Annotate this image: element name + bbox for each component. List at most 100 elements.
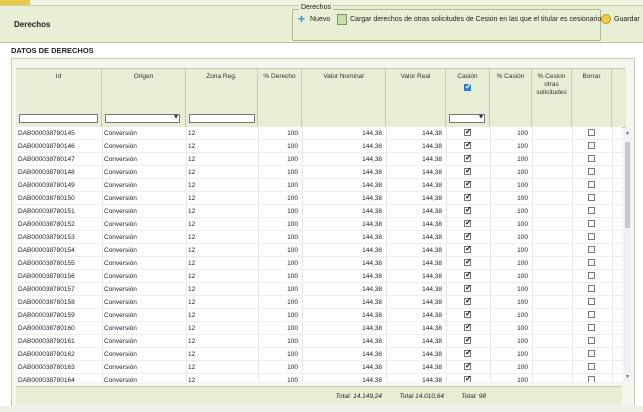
borrar-checkbox[interactable] xyxy=(588,259,595,266)
borrar-checkbox[interactable] xyxy=(588,155,595,162)
cesion-checkbox[interactable] xyxy=(464,361,472,370)
table-row[interactable]: DAB000038780146 Conversión 12 100 144,38 144,… xyxy=(16,140,622,153)
column-header-otras[interactable]: % Cesion otras solicitudes xyxy=(532,69,572,127)
cesion-checkbox[interactable] xyxy=(464,257,472,266)
filter-cesion-select[interactable] xyxy=(449,112,485,123)
cesion-checkbox[interactable] xyxy=(464,140,472,149)
cell-derecho: 100 xyxy=(287,260,298,267)
table-row[interactable]: DAB000038780147 Conversión 12 100 144,38 144,… xyxy=(16,153,622,166)
filter-id-input[interactable] xyxy=(19,114,98,123)
borrar-checkbox[interactable] xyxy=(588,207,595,214)
cesion-checkbox[interactable] xyxy=(464,283,472,292)
cargar-derechos-button[interactable]: Cargar derechos de otras solicitudes de … xyxy=(337,12,601,26)
table-row[interactable]: DAB000038780155 Conversión 12 100 144,38 144,… xyxy=(16,257,622,270)
guardar-button[interactable]: Guardar xyxy=(601,12,640,26)
cell-pct: 100 xyxy=(517,338,528,345)
table-row[interactable]: DAB000038780152 Conversión 12 100 144,38 144,… xyxy=(16,218,622,231)
borrar-checkbox[interactable] xyxy=(588,337,595,344)
column-header-cesion[interactable]: Casión xyxy=(446,69,490,127)
column-divider xyxy=(612,335,613,347)
cell-nominal: 144,38 xyxy=(362,260,382,267)
cesion-checkbox[interactable] xyxy=(464,179,472,188)
borrar-checkbox[interactable] xyxy=(588,194,595,201)
table-row[interactable]: DAB000038780159 Conversión 12 100 144,38 144,… xyxy=(16,309,622,322)
column-divider xyxy=(532,374,533,382)
cesion-checkbox[interactable] xyxy=(464,153,472,162)
nuevo-button[interactable]: + Nuevo xyxy=(296,12,330,26)
borrar-checkbox[interactable] xyxy=(588,246,595,253)
grid-body: DAB000038780145 Conversión 12 100 144,38 144,… xyxy=(16,127,622,382)
cell-nominal: 144,38 xyxy=(362,182,382,189)
filter-zona-input[interactable] xyxy=(189,114,255,123)
table-row[interactable]: DAB000038780153 Conversión 12 100 144,38 144,… xyxy=(16,231,622,244)
cesion-checkbox[interactable] xyxy=(464,322,472,331)
table-row[interactable]: DAB000038780149 Conversión 12 100 144,38 144,… xyxy=(16,179,622,192)
borrar-checkbox[interactable] xyxy=(588,363,595,370)
cesion-checkbox[interactable] xyxy=(464,127,472,136)
table-row[interactable]: DAB000038780145 Conversión 12 100 144,38 144,… xyxy=(16,127,622,140)
table-row[interactable]: DAB000038780151 Conversión 12 100 144,38 144,… xyxy=(16,205,622,218)
cell-derecho: 100 xyxy=(287,234,298,241)
derechos-grid: Id Origen Zona Reg. % Derecho Valor Nomi… xyxy=(11,58,635,408)
column-header-zona[interactable]: Zona Reg. xyxy=(186,69,258,127)
table-row[interactable]: DAB000038780148 Conversión 12 100 144,38 144,… xyxy=(16,166,622,179)
borrar-checkbox[interactable] xyxy=(588,142,595,149)
cesion-checkbox[interactable] xyxy=(464,166,472,175)
table-row[interactable]: DAB000038780161 Conversión 12 100 144,38 144,… xyxy=(16,335,622,348)
cesion-checkbox[interactable] xyxy=(464,244,472,253)
borrar-checkbox[interactable] xyxy=(588,376,595,382)
cell-id: DAB000038780154 xyxy=(18,247,75,254)
borrar-checkbox[interactable] xyxy=(588,298,595,305)
cesion-checkbox[interactable] xyxy=(464,218,472,227)
borrar-checkbox[interactable] xyxy=(588,350,595,357)
borrar-checkbox[interactable] xyxy=(588,272,595,279)
scroll-up-icon[interactable]: ▲ xyxy=(625,130,630,136)
table-row[interactable]: DAB000038780154 Conversión 12 100 144,38 144,… xyxy=(16,244,622,257)
cell-zona: 12 xyxy=(188,156,196,163)
select-all-checkbox[interactable] xyxy=(464,82,472,91)
column-header-id[interactable]: Id xyxy=(16,69,102,127)
table-row[interactable]: DAB000038780157 Conversión 12 100 144,38 144,… xyxy=(16,283,622,296)
cesion-checkbox[interactable] xyxy=(464,348,472,357)
table-row[interactable]: DAB000038780158 Conversión 12 100 144,38 144,… xyxy=(16,296,622,309)
scroll-down-icon[interactable]: ▼ xyxy=(625,374,630,380)
cesion-checkbox[interactable] xyxy=(464,296,472,305)
cesion-checkbox[interactable] xyxy=(464,374,472,382)
borrar-checkbox[interactable] xyxy=(588,220,595,227)
table-row[interactable]: DAB000038780162 Conversión 12 100 144,38 144,… xyxy=(16,348,622,361)
table-row[interactable]: DAB000038780163 Conversión 12 100 144,38 144,… xyxy=(16,361,622,374)
borrar-checkbox[interactable] xyxy=(588,181,595,188)
column-header-nominal[interactable]: Valor Nominal xyxy=(302,69,386,127)
vertical-scrollbar[interactable]: ▲ ▼ xyxy=(624,128,631,382)
borrar-checkbox[interactable] xyxy=(588,233,595,240)
table-row[interactable]: DAB000038780150 Conversión 12 100 144,38 144,… xyxy=(16,192,622,205)
table-row[interactable]: DAB000038780156 Conversión 12 100 144,38 144,… xyxy=(16,270,622,283)
cesion-checkbox[interactable] xyxy=(464,192,472,201)
borrar-checkbox[interactable] xyxy=(588,168,595,175)
borrar-checkbox[interactable] xyxy=(588,311,595,318)
table-row[interactable]: DAB000038780164 Conversión 12 100 144,38 144,… xyxy=(16,374,622,382)
cesion-checkbox[interactable] xyxy=(464,270,472,279)
cesion-checkbox[interactable] xyxy=(464,205,472,214)
column-header-pct-cesion[interactable]: % Casión xyxy=(490,69,532,127)
cesion-checkbox[interactable] xyxy=(464,335,472,344)
column-divider xyxy=(612,374,613,382)
column-header-origen[interactable]: Origen xyxy=(102,69,186,127)
column-divider xyxy=(102,257,103,269)
cell-id: DAB000038780146 xyxy=(18,143,75,150)
table-row[interactable]: DAB000038780160 Conversión 12 100 144,38 144,… xyxy=(16,322,622,335)
borrar-checkbox[interactable] xyxy=(588,285,595,292)
cell-pct: 100 xyxy=(517,273,528,280)
cesion-checkbox[interactable] xyxy=(464,231,472,240)
borrar-checkbox[interactable] xyxy=(588,129,595,136)
scroll-thumb[interactable] xyxy=(625,142,630,228)
column-divider xyxy=(446,335,447,347)
cesion-checkbox[interactable] xyxy=(464,309,472,318)
filter-origen-select[interactable] xyxy=(105,112,180,123)
column-header-borrar[interactable]: Borrar xyxy=(572,69,612,127)
borrar-checkbox[interactable] xyxy=(588,324,595,331)
column-header-derecho[interactable]: % Derecho xyxy=(258,69,302,127)
column-header-real[interactable]: Valor Real xyxy=(386,69,446,127)
column-divider xyxy=(102,374,103,382)
column-divider xyxy=(186,153,187,165)
